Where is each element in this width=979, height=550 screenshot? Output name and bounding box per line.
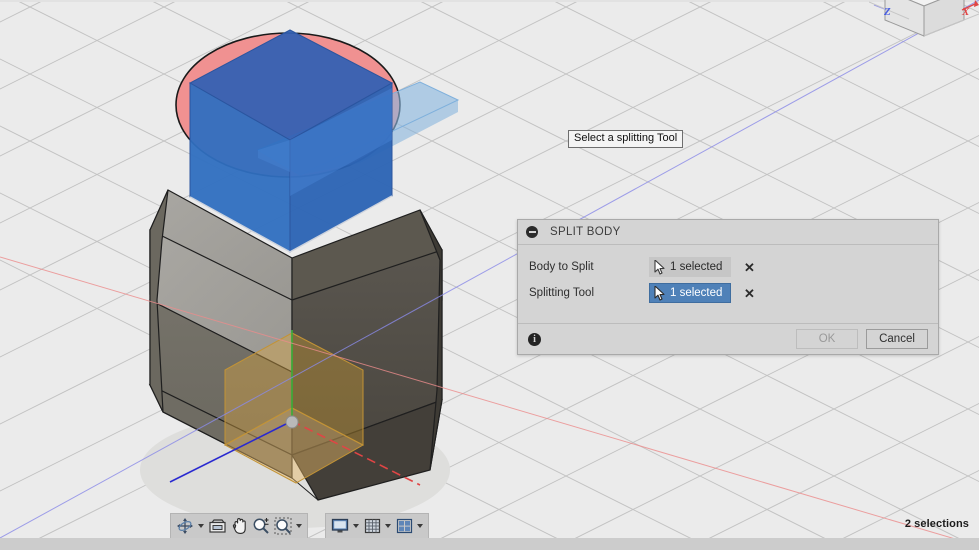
- info-icon[interactable]: i: [528, 332, 541, 346]
- display-settings-caret[interactable]: [351, 515, 361, 537]
- orbit-tool-button[interactable]: [174, 515, 196, 537]
- grid-snaps-caret[interactable]: [383, 515, 393, 537]
- field-row-body-to-split: Body to Split 1 selected ✕: [518, 254, 938, 280]
- zoom-tool-button[interactable]: [250, 515, 272, 537]
- field-label-body-to-split: Body to Split: [529, 261, 594, 273]
- split-body-dialog[interactable]: SPLIT BODY Body to Split 1 selected ✕ Sp…: [517, 219, 939, 355]
- viewport-grid-icon: [396, 518, 412, 534]
- look-at-tool-button[interactable]: [206, 515, 228, 537]
- dialog-body: Body to Split 1 selected ✕ Splitting Too…: [518, 245, 938, 323]
- dialog-header[interactable]: SPLIT BODY: [518, 220, 938, 245]
- selection-chip-body-to-split[interactable]: 1 selected: [649, 257, 731, 277]
- viewcube-axis-z-label: Z: [884, 6, 891, 18]
- ok-button[interactable]: OK: [796, 329, 858, 349]
- pan-tool-button[interactable]: [228, 515, 250, 537]
- grid-snaps-button[interactable]: [361, 515, 383, 537]
- selection-count-label: 2 selections: [904, 518, 969, 530]
- monitor-icon: [331, 518, 349, 533]
- viewcube-right-face[interactable]: [923, 0, 965, 37]
- viewport-layout-button[interactable]: [393, 515, 415, 537]
- orbit-icon: [177, 518, 193, 534]
- clear-selection-body-to-split[interactable]: ✕: [744, 261, 755, 274]
- cursor-arrow-icon: [654, 260, 665, 275]
- cancel-button[interactable]: Cancel: [866, 329, 928, 349]
- field-label-splitting-tool: Splitting Tool: [529, 287, 594, 299]
- selection-chip-splitting-tool[interactable]: 1 selected: [649, 283, 731, 303]
- display-toolbar[interactable]: [325, 513, 429, 538]
- fit-dropdown-caret[interactable]: [294, 515, 304, 537]
- navigation-toolbar[interactable]: [170, 513, 308, 538]
- fit-tool-button[interactable]: [272, 515, 294, 537]
- dialog-title: SPLIT BODY: [550, 226, 621, 238]
- grid-icon: [364, 518, 380, 534]
- zoom-fit-icon: [274, 517, 292, 535]
- viewcube-axis-x-arrow: [974, 0, 979, 7]
- zoom-magnifier-icon: [253, 518, 269, 534]
- cursor-arrow-icon: [654, 286, 665, 301]
- clear-selection-splitting-tool[interactable]: ✕: [744, 287, 755, 300]
- application-window: FRONT RIGHT Z X Select a splitting Tool …: [0, 0, 979, 550]
- minus-circle-icon[interactable]: [526, 226, 538, 238]
- orbit-dropdown-caret[interactable]: [196, 515, 206, 537]
- dialog-footer: i OK Cancel: [518, 323, 938, 354]
- viewport-layout-caret[interactable]: [415, 515, 425, 537]
- origin-point[interactable]: [285, 415, 299, 429]
- field-row-splitting-tool: Splitting Tool 1 selected ✕: [518, 280, 938, 306]
- pan-hand-icon: [232, 518, 246, 534]
- viewcube-axis-x-label: X: [962, 6, 970, 18]
- selection-chip-label-splitting-tool: 1 selected: [670, 287, 723, 299]
- status-bar: [0, 538, 979, 550]
- display-settings-button[interactable]: [329, 515, 351, 537]
- selection-chip-label-body-to-split: 1 selected: [670, 261, 723, 273]
- look-at-camera-icon: [208, 519, 226, 533]
- tooltip: Select a splitting Tool: [568, 130, 684, 148]
- 3d-viewport[interactable]: FRONT RIGHT Z X Select a splitting Tool …: [0, 0, 979, 538]
